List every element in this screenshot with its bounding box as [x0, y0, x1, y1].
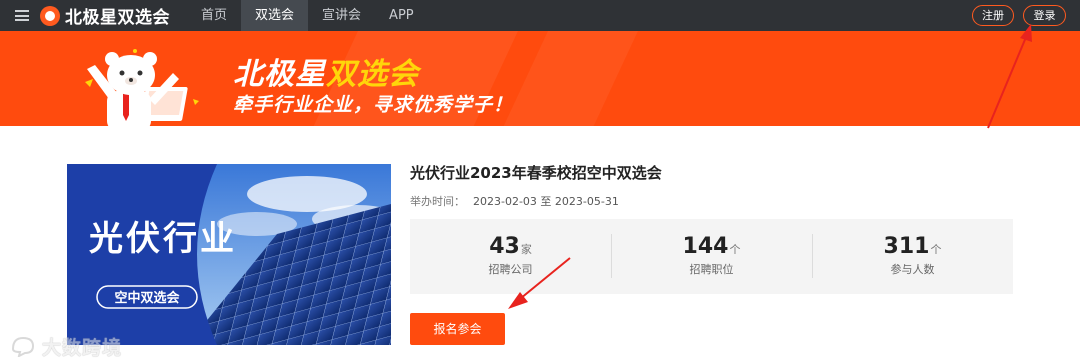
stat-unit: 个 [729, 243, 741, 256]
stat-label: 招聘职位 [689, 263, 734, 276]
stat-unit: 个 [930, 243, 942, 256]
event-stats: 43家 招聘公司 144个 招聘职位 311个 参与人数 [410, 219, 1013, 294]
event-time: 举办时间： 2023-02-03 至 2023-05-31 [410, 193, 619, 209]
nav-link-app[interactable]: APP [375, 0, 428, 31]
login-button[interactable]: 登录 [1023, 5, 1066, 26]
watermark-text: 大数跨境 [42, 336, 123, 359]
banner-title: 北极星双选会 [233, 57, 419, 92]
stat-label: 招聘公司 [488, 263, 533, 276]
event-time-value: 2023-02-03 至 2023-05-31 [473, 195, 619, 208]
banner-slogan: 牵手行业企业，寻求优秀学子！ [233, 94, 514, 116]
stat-label: 参与人数 [890, 263, 935, 276]
nav-links: 首页 双选会 宣讲会 APP [187, 0, 428, 31]
menu-icon[interactable] [15, 10, 29, 21]
event-image-title: 光伏行业 [89, 219, 237, 259]
stat-participants: 311个 参与人数 [812, 219, 1013, 294]
brand-name: 北极星双选会 [65, 8, 170, 28]
stat-value: 311 [883, 234, 930, 259]
brand[interactable]: 北极星双选会 [40, 5, 170, 28]
signup-button[interactable]: 报名参会 [410, 313, 505, 345]
event-time-label: 举办时间： [410, 195, 465, 208]
stat-companies: 43家 招聘公司 [410, 219, 611, 294]
brand-logo-icon [40, 5, 60, 26]
watermark: 大数跨境 [10, 333, 122, 359]
stat-unit: 家 [520, 243, 532, 256]
nav-link-home[interactable]: 首页 [187, 0, 241, 31]
banner: 北极星双选会 牵手行业企业，寻求优秀学子！ [0, 31, 1080, 126]
event-cover-image[interactable]: 光伏行业 空中双选会 [67, 164, 391, 345]
nav-link-job-fair[interactable]: 双选会 [241, 0, 309, 31]
nav-link-presentation[interactable]: 宣讲会 [308, 0, 375, 31]
bear-mascot-icon [85, 49, 199, 126]
stat-value: 43 [489, 234, 520, 259]
event-image-subtitle: 空中双选会 [114, 290, 180, 306]
watermark-logo-icon [11, 336, 35, 357]
event-title[interactable]: 光伏行业2023年春季校招空中双选会 [410, 162, 662, 183]
stat-positions: 144个 招聘职位 [611, 219, 812, 294]
register-button[interactable]: 注册 [972, 5, 1014, 26]
stat-value: 144 [682, 234, 729, 259]
solar-panel-image: 光伏行业 空中双选会 [67, 164, 391, 345]
top-nav: 北极星双选会 首页 双选会 宣讲会 APP 注册 登录 [0, 0, 1080, 31]
